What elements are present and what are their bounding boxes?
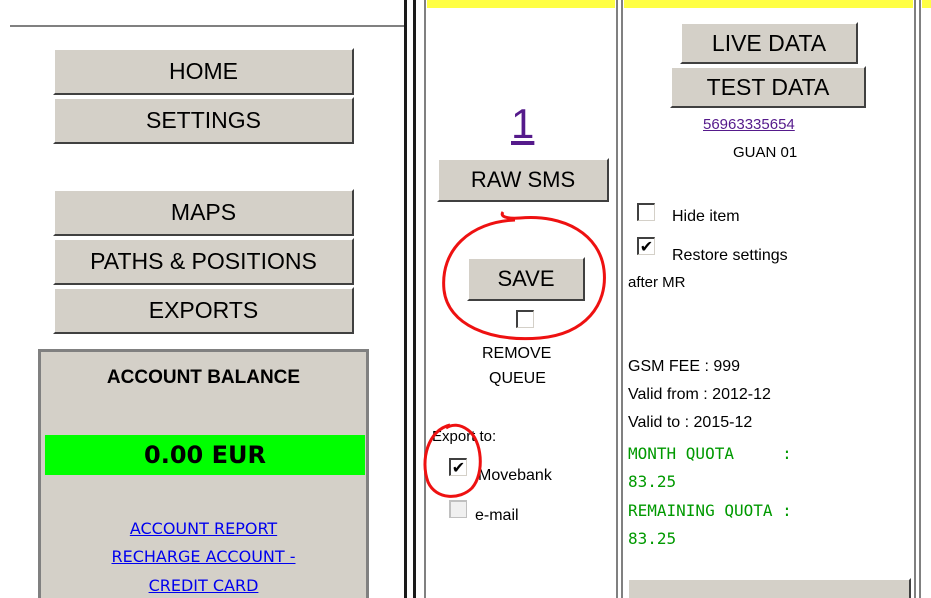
hide-item-label: Hide item xyxy=(672,208,740,225)
hide-item-checkbox[interactable] xyxy=(637,203,655,221)
email-checkbox[interactable] xyxy=(449,500,467,518)
restore-settings-label: after MR xyxy=(628,274,686,291)
movebank-label: Movebank xyxy=(478,467,552,484)
remaining-quota-label: REMAINING QUOTA : xyxy=(628,501,792,520)
maps-button[interactable]: MAPS xyxy=(53,189,354,236)
gsm-fee: GSM FEE : 999 xyxy=(628,358,741,375)
valid-to: Valid to : 2015-12 xyxy=(628,414,753,431)
queue-count-link[interactable]: 1 xyxy=(511,100,534,148)
phone-number-link[interactable]: 56963335654 xyxy=(703,116,795,133)
restore-settings-label: Restore settings xyxy=(672,247,788,264)
save-button[interactable]: SAVE xyxy=(467,257,585,301)
cell-border xyxy=(621,0,623,598)
account-report-link[interactable]: ACCOUNT REPORT xyxy=(41,519,366,538)
partial-button[interactable] xyxy=(627,578,911,598)
header-strip xyxy=(922,0,931,8)
recharge-account-link[interactable]: RECHARGE ACCOUNT - xyxy=(41,547,366,566)
month-quota-value: 83.25 xyxy=(628,472,677,491)
export-to-label: Export to: xyxy=(432,428,497,445)
test-data-button[interactable]: TEST DATA xyxy=(670,66,866,108)
paths-positions-button[interactable]: PATHS & POSITIONS xyxy=(53,238,354,285)
email-label: e-mail xyxy=(475,507,519,524)
cell-border xyxy=(914,0,916,598)
cell-border xyxy=(616,0,618,598)
device-name: GUAN 01 xyxy=(733,144,798,161)
home-button[interactable]: HOME xyxy=(53,48,354,95)
restore-settings-checkbox[interactable]: ✔ xyxy=(637,237,655,255)
cell-border xyxy=(424,0,426,598)
account-balance-panel: ACCOUNT BALANCE 0.00 EUR ACCOUNT REPORT … xyxy=(38,349,369,598)
exports-button[interactable]: EXPORTS xyxy=(53,287,354,334)
remove-queue-label: REMOVE xyxy=(482,345,552,362)
column-separator xyxy=(413,0,416,598)
raw-sms-button[interactable]: RAW SMS xyxy=(437,158,609,202)
valid-from: Valid from : 2012-12 xyxy=(628,386,771,403)
column-separator xyxy=(404,0,407,598)
header-strip xyxy=(427,0,615,8)
month-quota-label: MONTH QUOTA : xyxy=(628,444,792,463)
account-balance-title: ACCOUNT BALANCE xyxy=(106,367,301,388)
settings-button[interactable]: SETTINGS xyxy=(53,97,354,144)
live-data-button[interactable]: LIVE DATA xyxy=(680,22,858,64)
credit-card-link[interactable]: CREDIT CARD xyxy=(41,576,366,595)
movebank-checkbox[interactable]: ✔ xyxy=(449,458,467,476)
remove-queue-label: QUEUE xyxy=(489,370,546,387)
top-divider xyxy=(10,25,404,27)
remaining-quota-value: 83.25 xyxy=(628,529,677,548)
remove-queue-checkbox[interactable] xyxy=(516,310,534,328)
header-strip xyxy=(624,0,913,8)
cell-border xyxy=(919,0,921,598)
account-balance-amount: 0.00 EUR xyxy=(45,435,365,475)
